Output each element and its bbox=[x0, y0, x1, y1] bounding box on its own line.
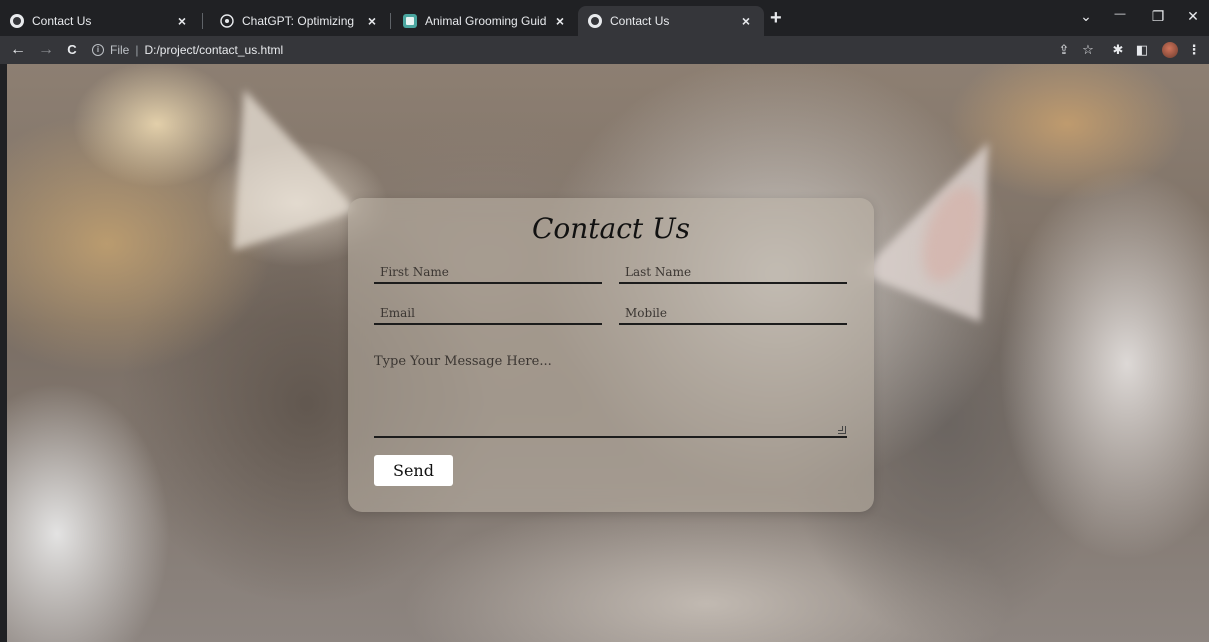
tab-title: Contact Us bbox=[32, 14, 92, 28]
tab-contact-us[interactable]: Contact Us × bbox=[0, 6, 200, 36]
form-title: Contact Us bbox=[531, 212, 691, 245]
tab-title: ChatGPT: Optimizing Language M bbox=[242, 14, 358, 28]
mobile-field[interactable]: Mobile bbox=[619, 299, 847, 325]
close-tab-icon[interactable]: × bbox=[738, 13, 754, 29]
resize-grip-icon[interactable] bbox=[838, 426, 846, 434]
first-name-field[interactable]: First Name bbox=[374, 258, 602, 284]
close-tab-icon[interactable]: × bbox=[174, 13, 190, 29]
send-button[interactable]: Send bbox=[374, 455, 453, 486]
browser-toolbar: ← → C i File | D:/project/contact_us.htm… bbox=[0, 36, 1209, 64]
globe-icon bbox=[588, 14, 602, 28]
reload-icon[interactable]: C bbox=[62, 40, 82, 60]
close-window-icon[interactable]: ✕ bbox=[1183, 8, 1203, 25]
tab-title: Contact Us bbox=[610, 14, 670, 28]
info-icon[interactable]: i bbox=[92, 44, 104, 56]
side-panel-icon[interactable]: ◧ bbox=[1134, 42, 1150, 58]
page-background-kittens: Contact Us First Name Last Name Email Mo… bbox=[7, 64, 1209, 642]
url-text[interactable]: D:/project/contact_us.html bbox=[144, 43, 283, 57]
book-icon bbox=[403, 14, 417, 28]
message-placeholder: Type Your Message Here... bbox=[374, 354, 552, 369]
minimize-icon[interactable]: — bbox=[1110, 8, 1130, 20]
url-separator: | bbox=[135, 43, 139, 57]
tab-title: Animal Grooming Guide bbox=[425, 14, 546, 28]
kitten-ear-left bbox=[187, 67, 357, 251]
new-tab-button[interactable]: + bbox=[770, 8, 782, 28]
tab-chatgpt[interactable]: ChatGPT: Optimizing Language M × bbox=[210, 6, 390, 36]
tab-divider bbox=[202, 13, 203, 29]
message-textarea[interactable]: Type Your Message Here... bbox=[374, 344, 847, 438]
contact-form-card: Contact Us First Name Last Name Email Mo… bbox=[348, 198, 874, 512]
forward-arrow-icon[interactable]: → bbox=[36, 40, 56, 60]
tab-divider bbox=[390, 13, 391, 29]
back-arrow-icon[interactable]: ← bbox=[8, 40, 28, 60]
email-field[interactable]: Email bbox=[374, 299, 602, 325]
browser-tab-strip: Contact Us × ChatGPT: Optimizing Languag… bbox=[0, 0, 1209, 36]
tab-search-icon[interactable]: ⌄ bbox=[1076, 8, 1096, 25]
last-name-field[interactable]: Last Name bbox=[619, 258, 847, 284]
close-tab-icon[interactable]: × bbox=[552, 13, 568, 29]
menu-icon[interactable]: ⋮ bbox=[1186, 42, 1202, 58]
restore-icon[interactable]: ❐ bbox=[1148, 8, 1168, 25]
scheme-label: File bbox=[110, 43, 130, 57]
tab-animal-grooming[interactable]: Animal Grooming Guide × bbox=[393, 6, 578, 36]
globe-icon bbox=[10, 14, 24, 28]
tab-contact-us-active[interactable]: Contact Us × bbox=[578, 6, 764, 36]
address-bar[interactable]: i File | D:/project/contact_us.html bbox=[92, 39, 1102, 61]
bookmark-star-icon[interactable]: ☆ bbox=[1080, 42, 1096, 58]
extensions-icon[interactable]: ✱ bbox=[1110, 42, 1126, 58]
profile-avatar[interactable] bbox=[1162, 42, 1178, 58]
chatgpt-icon bbox=[220, 14, 234, 28]
close-tab-icon[interactable]: × bbox=[364, 13, 380, 29]
share-icon[interactable]: ⇪ bbox=[1056, 42, 1072, 58]
